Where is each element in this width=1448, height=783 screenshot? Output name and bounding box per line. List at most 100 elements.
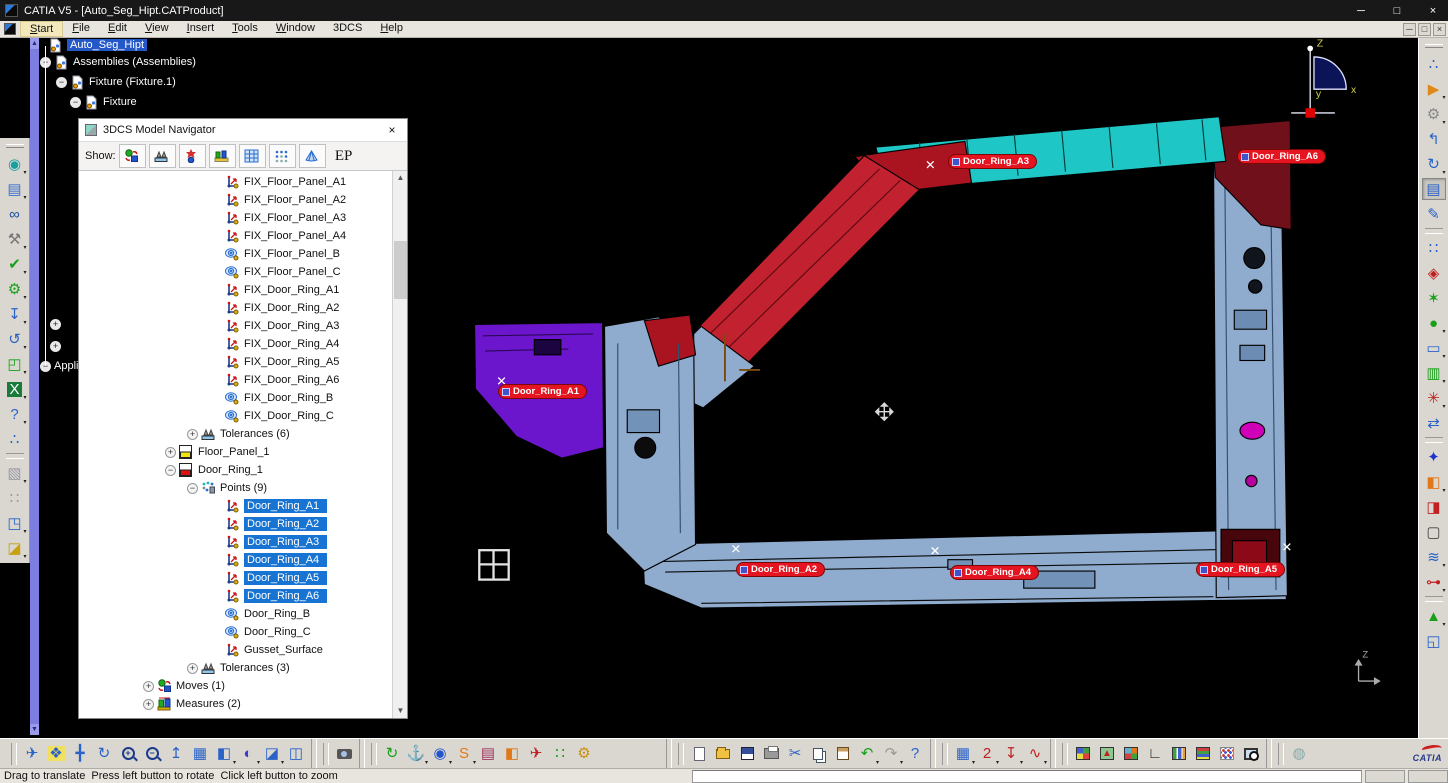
- tree-item-label[interactable]: FIX_Floor_Panel_A4: [244, 230, 346, 242]
- report-button[interactable]: ▤▾: [3, 178, 27, 200]
- spec-tree-label[interactable]: Assemblies (Assemblies): [73, 56, 196, 68]
- tree-item[interactable]: FIX_Door_Ring_B: [79, 389, 392, 407]
- dcs-jet-button[interactable]: ✈: [524, 743, 548, 765]
- molecule-button[interactable]: ∴: [3, 428, 27, 450]
- toolbar-handle[interactable]: [11, 743, 17, 765]
- maximize-button[interactable]: □: [1382, 0, 1412, 21]
- spec-expander-icon[interactable]: +: [50, 319, 61, 330]
- tree-item-label[interactable]: FIX_Floor_Panel_A2: [244, 194, 346, 206]
- spec-expander-icon[interactable]: +: [50, 341, 61, 352]
- help-button[interactable]: ?▾: [3, 403, 27, 425]
- tree-item[interactable]: FIX_Door_Ring_A5: [79, 353, 392, 371]
- show-assembly-button[interactable]: [209, 144, 236, 168]
- show-measures-button[interactable]: [179, 144, 206, 168]
- tree-scroll-strip[interactable]: ▲ ▼: [30, 38, 39, 735]
- toolbar-handle[interactable]: [1425, 44, 1443, 48]
- catalog-book-button[interactable]: ◰▾: [3, 353, 27, 375]
- tree-item-label[interactable]: Tolerances (3): [220, 662, 290, 674]
- tree-item-label[interactable]: FIX_Door_Ring_A5: [244, 356, 339, 368]
- shade-mode-button[interactable]: ◐▾: [236, 743, 260, 765]
- dropdown-arrow-icon[interactable]: ▾: [1442, 487, 1445, 494]
- show-pattern-button[interactable]: [239, 144, 266, 168]
- paste-button[interactable]: [831, 743, 855, 765]
- dropdown-arrow-icon[interactable]: ▾: [1442, 378, 1445, 385]
- tree-item[interactable]: Door_Ring_A3: [79, 533, 392, 551]
- print-button[interactable]: [759, 743, 783, 765]
- show-tolerances-button[interactable]: [149, 144, 176, 168]
- tools-button[interactable]: ⚒▾: [3, 228, 27, 250]
- menu-insert[interactable]: Insert: [178, 21, 224, 37]
- dropdown-arrow-icon[interactable]: ▾: [23, 344, 26, 351]
- spec-tree-label[interactable]: Fixture: [103, 96, 137, 108]
- pan-button[interactable]: ╋: [68, 743, 92, 765]
- copy-button[interactable]: [807, 743, 831, 765]
- tree-item[interactable]: Door_Ring_A6: [79, 587, 392, 605]
- flow-button[interactable]: ⊶▾: [1422, 571, 1446, 593]
- tree-item-label[interactable]: Door_Ring_A6: [244, 589, 327, 603]
- monitor-button[interactable]: ▢: [1422, 521, 1446, 543]
- rotate-snap-button[interactable]: ↰: [1422, 128, 1446, 150]
- grid-add-button[interactable]: ▦▾: [951, 743, 975, 765]
- spec-tree-node[interactable]: Auto_Seg_Hipt: [48, 38, 147, 52]
- dropdown-arrow-icon[interactable]: ▾: [23, 269, 26, 276]
- tree-item[interactable]: +Tolerances (6): [79, 425, 392, 443]
- import-arrow-button[interactable]: ↧▾: [999, 743, 1023, 765]
- rotate-gear-button[interactable]: ↻▾: [1422, 153, 1446, 175]
- tree-item-label[interactable]: Door_Ring_A5: [244, 571, 327, 585]
- excel-button[interactable]: X▾: [3, 378, 27, 400]
- cube-translucent-button[interactable]: ▧▾: [3, 462, 27, 484]
- tree-expander-icon[interactable]: −: [187, 483, 198, 494]
- tree-item[interactable]: Gusset_Surface: [79, 641, 392, 659]
- dcs-animation-button[interactable]: ▤: [476, 743, 500, 765]
- cut-button[interactable]: ✂: [783, 743, 807, 765]
- dialog-title-bar[interactable]: 3DCS Model Navigator ×: [79, 119, 407, 141]
- menu-window[interactable]: Window: [267, 21, 324, 37]
- applications-molecule-button[interactable]: ∴: [1422, 53, 1446, 75]
- save-button[interactable]: [735, 743, 759, 765]
- dialog-close-button[interactable]: ×: [383, 121, 401, 139]
- tree-item[interactable]: FIX_Floor_Panel_C: [79, 263, 392, 281]
- tree-item[interactable]: Door_Ring_B: [79, 605, 392, 623]
- tree-item-label[interactable]: FIX_Floor_Panel_C: [244, 266, 341, 278]
- dropdown-arrow-icon[interactable]: ▾: [23, 294, 26, 301]
- tree-item-label[interactable]: FIX_Door_Ring_A4: [244, 338, 339, 350]
- moves-button[interactable]: ●▾: [1422, 312, 1446, 334]
- dropdown-arrow-icon[interactable]: ▾: [1442, 562, 1445, 569]
- tree-item[interactable]: −Points (9): [79, 479, 392, 497]
- undo-button[interactable]: ↶▾: [855, 743, 879, 765]
- cube-arrow-button[interactable]: ◳▾: [3, 512, 27, 534]
- dropdown-arrow-icon[interactable]: ▾: [1442, 94, 1445, 101]
- toolbar-handle[interactable]: [1278, 743, 1284, 765]
- zoom-in-button[interactable]: +: [116, 743, 140, 765]
- dropdown-arrow-icon[interactable]: ▾: [1442, 621, 1445, 628]
- tree-item-label[interactable]: FIX_Door_Ring_A1: [244, 284, 339, 296]
- tree-item[interactable]: FIX_Door_Ring_A2: [79, 299, 392, 317]
- redo-button[interactable]: ↷▾: [879, 743, 903, 765]
- tree-scrollbar[interactable]: ▲ ▼: [392, 171, 407, 718]
- spec-tree-node[interactable]: −Assemblies (Assemblies): [40, 55, 196, 69]
- tree-expander-icon[interactable]: +: [143, 699, 154, 710]
- dcs-profile-button[interactable]: S▾: [452, 743, 476, 765]
- tree-item-label[interactable]: FIX_Door_Ring_A3: [244, 320, 339, 332]
- dcs-spheres-button[interactable]: ∷: [548, 743, 572, 765]
- tree-item-label[interactable]: Moves (1): [176, 680, 225, 692]
- key-measure-button[interactable]: ↧▾: [3, 303, 27, 325]
- tree-item-label[interactable]: Door_Ring_C: [244, 626, 311, 638]
- swap-space-button[interactable]: ◫: [284, 743, 308, 765]
- compass[interactable]: Z x y: [1291, 39, 1357, 118]
- tree-item[interactable]: FIX_Door_Ring_C: [79, 407, 392, 425]
- gear-pointer-button[interactable]: ⚙▾: [1422, 103, 1446, 125]
- tree-item[interactable]: FIX_Floor_Panel_A2: [79, 191, 392, 209]
- tree-item[interactable]: FIX_Door_Ring_A6: [79, 371, 392, 389]
- cube-yellow-button[interactable]: ◪▾: [3, 537, 27, 559]
- analysis-chart-button[interactable]: [1167, 743, 1191, 765]
- dropdown-arrow-icon[interactable]: ▾: [1044, 759, 1047, 766]
- close-button[interactable]: ×: [1418, 0, 1448, 21]
- tree-item[interactable]: +Tolerances (3): [79, 659, 392, 677]
- power-input-field[interactable]: [692, 770, 1362, 783]
- tree-expander-icon[interactable]: +: [143, 681, 154, 692]
- show-ep-button[interactable]: EP: [329, 144, 359, 168]
- tree-item[interactable]: +Measures (2): [79, 695, 392, 713]
- tree-item-label[interactable]: FIX_Floor_Panel_A3: [244, 212, 346, 224]
- tree-scroll-down-icon[interactable]: ▼: [30, 724, 39, 735]
